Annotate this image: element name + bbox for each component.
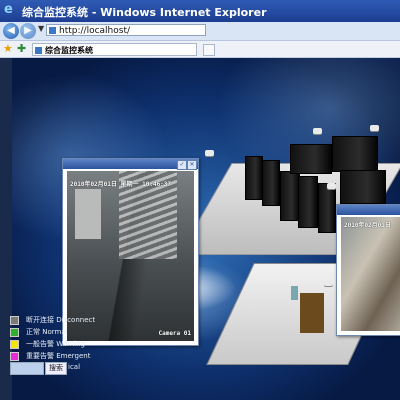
legend-label: 一般告警 Warning [26, 340, 86, 348]
camera-icon[interactable] [327, 183, 336, 189]
legend-item: 重要告警 Emergent [10, 352, 120, 361]
camera-osd-name: Camera 01 [158, 330, 191, 337]
legend-item: 断开连接 Disconnect [10, 316, 120, 325]
tab-current[interactable]: 综合监控系统 [32, 43, 215, 56]
new-tab-button[interactable] [203, 44, 215, 56]
add-favorites-icon[interactable]: ✚ [17, 42, 26, 55]
camera-osd-time: 2010年02月01日 星期一 10:46:37 [70, 181, 172, 188]
favorites-star-icon[interactable]: ★ [3, 42, 13, 55]
search-tail-text: ical [68, 363, 81, 371]
legend-label: 重要告警 Emergent [26, 352, 91, 360]
page-icon [49, 27, 56, 34]
legend-label: 断开连接 Disconnect [26, 316, 96, 324]
tab-page-icon [35, 47, 42, 54]
server-rack[interactable] [262, 160, 280, 206]
server-rack[interactable] [318, 183, 336, 233]
back-button[interactable]: ◀ [3, 23, 19, 39]
camera-icon[interactable] [324, 280, 333, 286]
server-rack[interactable] [280, 171, 300, 221]
server-rack[interactable] [332, 136, 378, 172]
video-doorway [75, 189, 101, 239]
address-url: http://localhost/ [59, 26, 131, 36]
search-button[interactable]: 搜索 [45, 362, 67, 375]
legend-swatch [10, 340, 19, 349]
camera-video: 2010年02月01日 [341, 217, 400, 331]
camera-icon[interactable] [205, 150, 214, 156]
close-icon[interactable]: ✕ [187, 160, 197, 170]
legend-swatch [10, 316, 19, 325]
camera-icon[interactable] [313, 128, 322, 134]
browser-window: e 综合监控系统 - Windows Internet Explorer ◀ ▶… [0, 0, 400, 400]
legend-swatch [10, 352, 19, 361]
door [300, 293, 324, 333]
server-rack[interactable] [290, 144, 332, 174]
legend-item: 正常 Normal [10, 328, 120, 337]
minimize-icon[interactable]: ✓ [177, 160, 187, 170]
window-title: 综合监控系统 - Windows Internet Explorer [22, 6, 267, 19]
camera-osd-time: 2010年02月01日 [344, 222, 391, 229]
server-rack[interactable] [298, 176, 318, 228]
title-bar: e 综合监控系统 - Windows Internet Explorer [0, 0, 400, 22]
tab-bar: ★ ✚ 综合监控系统 [0, 41, 400, 58]
equipment-cabinet[interactable] [291, 286, 298, 300]
address-toolbar: ◀ ▶ ▼ http://localhost/ [0, 22, 400, 41]
legend-swatch [10, 328, 19, 337]
camera-window-header[interactable]: ✓ ✕ [63, 159, 198, 170]
server-rack[interactable] [340, 170, 386, 204]
tab-label: 综合监控系统 [45, 46, 93, 55]
history-dropdown-icon[interactable]: ▼ [38, 24, 44, 33]
server-rack[interactable] [245, 156, 263, 200]
search-input[interactable] [10, 362, 44, 375]
forward-button[interactable]: ▶ [20, 23, 36, 39]
camera-window-header[interactable] [337, 205, 400, 215]
legend-item: 一般告警 Warning [10, 340, 120, 349]
camera-window-2[interactable]: 2010年02月01日 [336, 204, 400, 336]
legend-label: 正常 Normal [26, 328, 68, 336]
monitoring-scene: ✓ ✕ 2010年02月01日 星期一 10:46:37 Camera 01 2… [0, 58, 400, 400]
camera-icon[interactable] [370, 125, 379, 131]
address-input[interactable]: http://localhost/ [46, 24, 206, 36]
ie-icon: e [4, 2, 13, 17]
